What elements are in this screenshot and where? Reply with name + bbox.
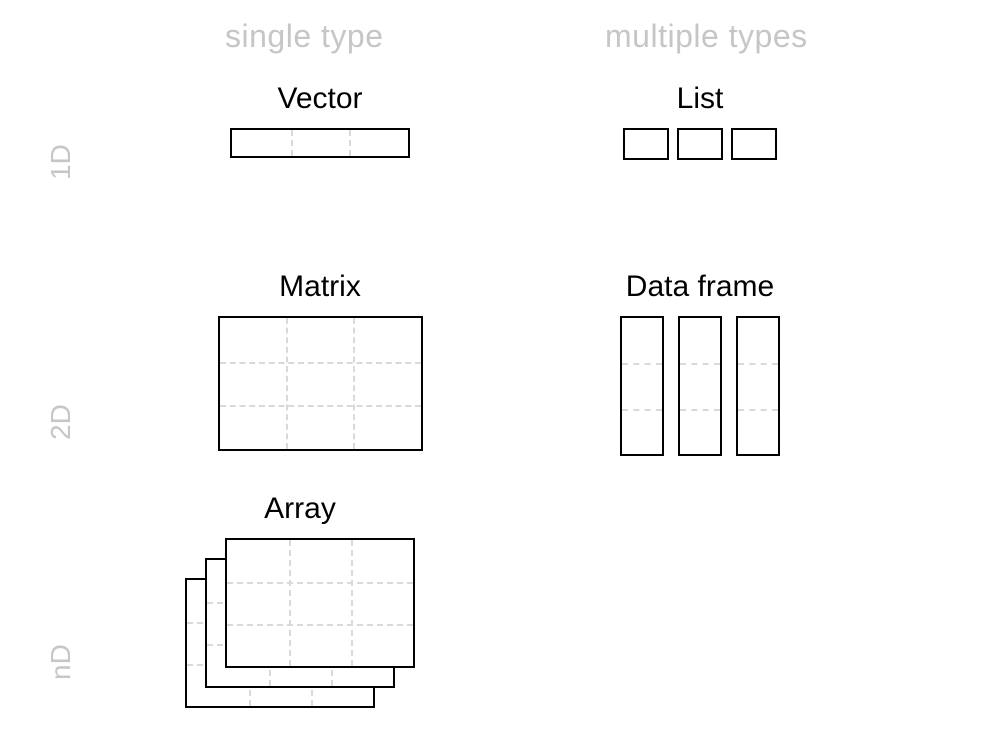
array-title: Array <box>140 492 460 526</box>
vector-shape <box>195 128 445 158</box>
matrix-title: Matrix <box>195 270 445 304</box>
vector-box <box>230 128 410 158</box>
list-shape <box>575 128 825 160</box>
array-stack <box>185 538 435 723</box>
list-title: List <box>575 82 825 116</box>
array-layer <box>225 538 415 668</box>
dataframe-shape <box>575 316 825 456</box>
vector-title: Vector <box>195 82 445 116</box>
dataframe-title: Data frame <box>575 270 825 304</box>
dataframe-column <box>620 316 664 456</box>
column-header-multiple-types: multiple types <box>605 18 808 55</box>
cell-list: List <box>575 82 825 160</box>
cell-matrix: Matrix <box>195 270 445 451</box>
matrix-box <box>218 316 423 451</box>
list-element-box <box>731 128 777 160</box>
dataframe-column <box>736 316 780 456</box>
matrix-shape <box>195 316 445 451</box>
list-element-box <box>677 128 723 160</box>
cell-array: Array <box>140 492 460 723</box>
cell-dataframe: Data frame <box>575 270 825 456</box>
row-header-2d: 2D <box>45 404 77 440</box>
array-shape <box>140 538 460 723</box>
row-header-nd: nD <box>45 644 77 680</box>
cell-vector: Vector <box>195 82 445 158</box>
column-header-single-type: single type <box>225 18 383 55</box>
row-header-1d: 1D <box>45 144 77 180</box>
list-element-box <box>623 128 669 160</box>
dataframe-column <box>678 316 722 456</box>
